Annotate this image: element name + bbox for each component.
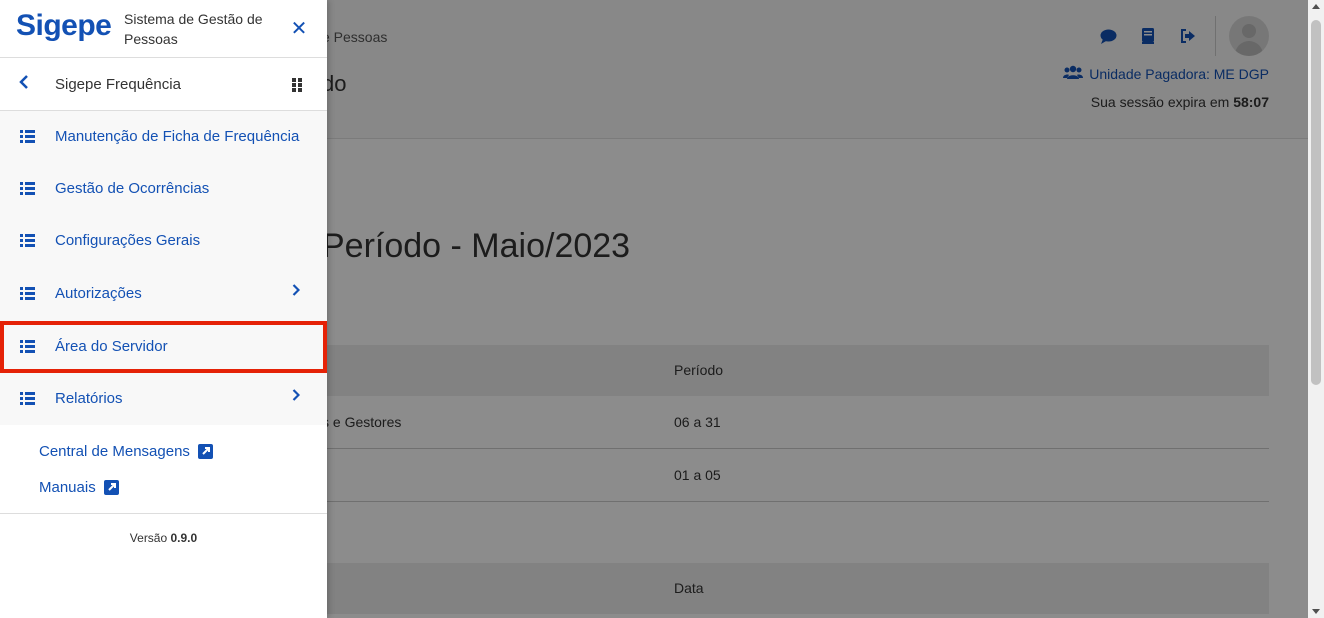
chevron-right-icon[interactable]: [292, 283, 301, 300]
scrollbar-thumb[interactable]: [1311, 20, 1321, 385]
list-icon: [20, 287, 35, 300]
submenu-title: Sigepe Frequência: [55, 76, 181, 93]
sidebar-links: Central de Mensagens Manuais: [0, 425, 327, 513]
external-link-icon: [197, 444, 213, 459]
central-mensagens-link[interactable]: Central de Mensagens: [39, 443, 213, 460]
sidebar-item-label: Manutenção de Ficha de Frequência: [55, 128, 300, 145]
sidebar-item-area-servidor[interactable]: Área do Servidor: [0, 321, 327, 373]
sidebar-item-label: Relatórios: [55, 390, 123, 407]
list-icon: [20, 392, 35, 405]
sidebar-header: Sigepe Sistema de Gestão de Pessoas ✕: [0, 0, 327, 58]
sidebar-item-configuracoes-gerais[interactable]: Configurações Gerais: [0, 215, 327, 267]
sidebar-divider: [0, 513, 327, 514]
version-prefix: Versão: [129, 531, 168, 545]
close-icon[interactable]: ✕: [288, 17, 310, 40]
list-icon: [20, 340, 35, 353]
scroll-down-arrow[interactable]: [1312, 609, 1320, 614]
sidebar-item-manutencao-ficha[interactable]: Manutenção de Ficha de Frequência: [0, 111, 327, 163]
chevron-right-icon[interactable]: [292, 388, 301, 405]
chevron-left-icon[interactable]: [19, 75, 35, 93]
sidebar-item-gestao-ocorrencias[interactable]: Gestão de Ocorrências: [0, 163, 327, 215]
scroll-up-arrow[interactable]: [1312, 4, 1320, 9]
scrollbar[interactable]: [1308, 0, 1324, 618]
sidebar-item-autorizacoes[interactable]: Autorizações: [0, 268, 327, 320]
sidebar-menu: Sigepe Sistema de Gestão de Pessoas ✕ Si…: [0, 0, 327, 618]
sidebar-item-label: Área do Servidor: [55, 338, 168, 355]
sidebar-item-label: Autorizações: [55, 285, 142, 302]
link-label: Manuais: [39, 479, 96, 496]
sidebar-item-label: Configurações Gerais: [55, 232, 201, 249]
logo-subtitle: Sistema de Gestão de Pessoas: [124, 11, 263, 47]
submenu-header[interactable]: Sigepe Frequência: [0, 58, 327, 111]
link-label: Central de Mensagens: [39, 443, 190, 460]
sigepe-logo[interactable]: Sigepe: [16, 9, 112, 43]
grid-icon[interactable]: [292, 78, 304, 92]
list-icon: [20, 130, 35, 143]
sidebar-item-relatorios[interactable]: Relatórios: [0, 373, 327, 425]
list-icon: [20, 234, 35, 247]
version-info: Versão 0.9.0: [0, 531, 327, 545]
manuais-link[interactable]: Manuais: [39, 479, 119, 496]
list-icon: [20, 182, 35, 195]
sidebar-nav: Manutenção de Ficha de Frequência Gestão…: [0, 111, 327, 425]
sidebar-item-label: Gestão de Ocorrências: [55, 180, 210, 197]
external-link-icon: [103, 480, 119, 495]
version-number: 0.9.0: [170, 531, 198, 545]
